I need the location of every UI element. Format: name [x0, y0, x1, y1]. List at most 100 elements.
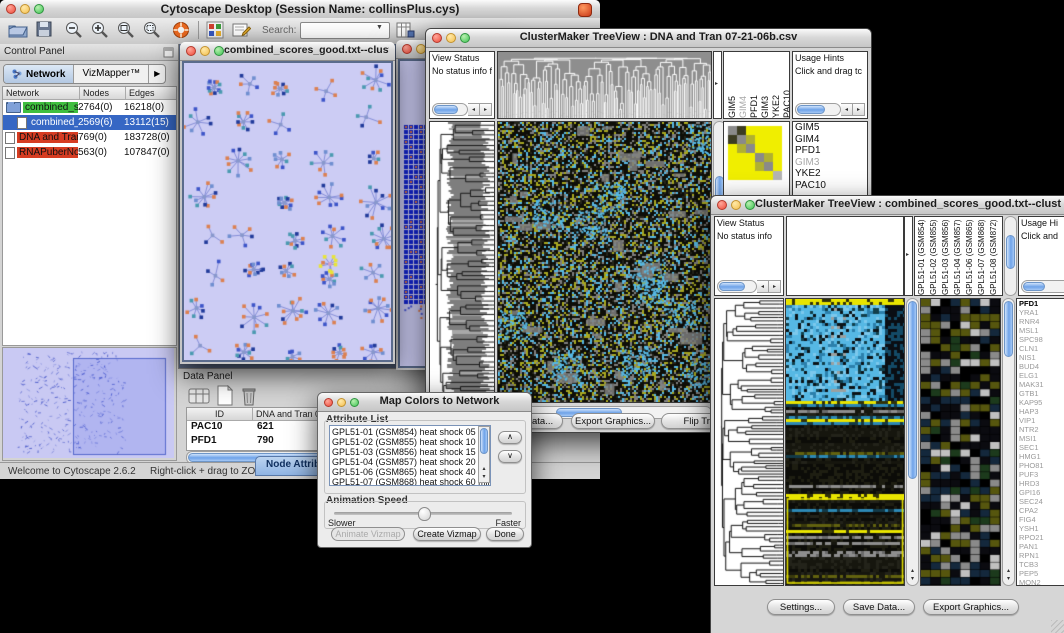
- resize-grip[interactable]: [1051, 620, 1064, 633]
- gene-label[interactable]: VIP1: [1017, 416, 1064, 425]
- zoom-window-icon[interactable]: [214, 46, 224, 56]
- attribute-item[interactable]: GPL51-06 (GSM865) heat shock 40 min: [332, 467, 477, 477]
- view-status-scrollbar[interactable]: ◂▸: [717, 280, 781, 293]
- tv1-row-dendrogram[interactable]: [429, 121, 495, 403]
- tv1-heatmap-global[interactable]: [497, 121, 712, 403]
- zoom-window-icon[interactable]: [34, 4, 44, 14]
- column-label[interactable]: GPL51-03 (GSM856): [941, 218, 953, 295]
- gene-label[interactable]: CPA2: [1017, 506, 1064, 515]
- scroll-thumb[interactable]: [797, 105, 825, 114]
- network-overview-panel[interactable]: [2, 347, 177, 461]
- scroll-thumb[interactable]: [480, 428, 488, 454]
- attribute-select-icon[interactable]: [188, 386, 210, 406]
- close-icon[interactable]: [432, 33, 442, 43]
- view-status-scrollbar[interactable]: ◂▸: [432, 103, 492, 116]
- column-label[interactable]: GPL51-06 (GSM865): [965, 218, 977, 295]
- gene-label[interactable]: RPO21: [1017, 533, 1064, 542]
- gene-label[interactable]: NTR2: [1017, 425, 1064, 434]
- save-session-icon[interactable]: [36, 21, 53, 38]
- scroll-right-icon[interactable]: ▸: [480, 103, 492, 116]
- gene-label[interactable]: PUF3: [1017, 470, 1064, 479]
- tab-overflow-arrow[interactable]: ▶: [149, 65, 165, 83]
- gene-label[interactable]: PEP5: [1017, 569, 1064, 578]
- close-icon[interactable]: [402, 44, 412, 54]
- scroll-left-icon[interactable]: ◂: [468, 103, 480, 116]
- attribute-item[interactable]: GPL51-02 (GSM855) heat shock 10 min: [332, 437, 477, 447]
- gene-label[interactable]: SEC1: [1017, 443, 1064, 452]
- scroll-thumb[interactable]: [434, 105, 458, 114]
- gene-label[interactable]: PAC10: [793, 180, 867, 192]
- column-label[interactable]: GIM4: [738, 54, 748, 118]
- float-panel-icon[interactable]: [163, 47, 174, 58]
- new-attribute-icon[interactable]: [216, 385, 234, 406]
- network-list-row[interactable]: combined_scores_ 2764(0) 16218(0): [3, 100, 176, 115]
- column-label[interactable]: GPL51-07 (GSM868): [977, 218, 989, 295]
- gene-label[interactable]: SPC98: [1017, 335, 1064, 344]
- export-graphics-button[interactable]: Export Graphics...: [923, 599, 1019, 615]
- move-down-button[interactable]: ∨: [498, 450, 522, 463]
- create-vizmap-button[interactable]: Create Vizmap: [413, 527, 481, 541]
- attribute-item[interactable]: GPL51-01 (GSM854) heat shock 05 min: [332, 427, 477, 437]
- slider-thumb[interactable]: [418, 507, 431, 521]
- network-list-row[interactable]: combined_sco 2569(6) 13112(15): [3, 115, 176, 130]
- usage-hints-scrollbar[interactable]: ◂▸: [795, 103, 865, 116]
- gene-label[interactable]: GTB1: [1017, 389, 1064, 398]
- tv1-splitter[interactable]: ▸: [713, 51, 722, 119]
- network-list-row[interactable]: RNAPuberNov2+! 563(0) 107847(0): [3, 145, 176, 160]
- scroll-thumb[interactable]: [1023, 282, 1045, 291]
- scroll-thumb[interactable]: [908, 301, 917, 479]
- column-label[interactable]: GPL51-01 (GSM854): [917, 218, 929, 295]
- import-table-icon[interactable]: [396, 21, 415, 39]
- gene-label[interactable]: PFD1: [793, 145, 867, 157]
- open-session-icon[interactable]: [8, 21, 28, 38]
- help-icon[interactable]: [172, 21, 190, 39]
- vizmap-icon[interactable]: [206, 21, 224, 39]
- tv1-column-dendrogram[interactable]: [497, 51, 712, 119]
- column-label[interactable]: GIM5: [727, 54, 737, 118]
- gene-label[interactable]: GPI16: [1017, 488, 1064, 497]
- tab-network[interactable]: Network: [4, 65, 74, 83]
- attribute-item[interactable]: GPL51-07 (GSM868) heat shock 60 min: [332, 477, 477, 486]
- zoom-out-icon[interactable]: [64, 21, 83, 39]
- tv2-zoom-vscroll[interactable]: ▴ ▾: [1002, 298, 1015, 586]
- gene-label[interactable]: MSI1: [1017, 434, 1064, 443]
- close-icon[interactable]: [6, 4, 16, 14]
- scroll-down-icon[interactable]: ▾: [1003, 575, 1014, 583]
- gene-label[interactable]: GIM4: [793, 134, 867, 146]
- minimize-icon[interactable]: [446, 33, 456, 43]
- gene-label[interactable]: MAK31: [1017, 380, 1064, 389]
- main-titlebar[interactable]: Cytoscape Desktop (Session Name: collins…: [0, 0, 600, 19]
- usage-hints-scrollbar[interactable]: [1021, 280, 1064, 293]
- move-up-button[interactable]: ∧: [498, 431, 522, 444]
- tv2-vscroll[interactable]: ▴ ▾: [906, 298, 919, 586]
- scroll-right-icon[interactable]: ▸: [769, 280, 781, 293]
- animate-vizmap-button[interactable]: Animate Vizmap: [331, 527, 405, 541]
- gene-label[interactable]: HRD3: [1017, 479, 1064, 488]
- attribute-list-vscroll[interactable]: ▴ ▾: [478, 426, 490, 483]
- tv2-heatmap-global[interactable]: [785, 298, 905, 586]
- minimize-icon[interactable]: [337, 398, 346, 407]
- gene-label[interactable]: PFD1: [1017, 299, 1064, 308]
- gene-label[interactable]: HAP3: [1017, 407, 1064, 416]
- column-label[interactable]: GIM3: [760, 54, 770, 118]
- gene-label[interactable]: MON2: [1017, 578, 1064, 586]
- zoom-in-icon[interactable]: [90, 21, 109, 39]
- network-list-row[interactable]: DNA and Tran 07 769(0) 183728(0): [3, 130, 176, 145]
- scroll-down-icon[interactable]: ▾: [479, 473, 489, 481]
- zoom-window-icon[interactable]: [460, 33, 470, 43]
- gene-label[interactable]: BUD4: [1017, 362, 1064, 371]
- gene-label[interactable]: TCB3: [1017, 560, 1064, 569]
- settings-button[interactable]: Settings...: [767, 599, 835, 615]
- gene-label[interactable]: GIM3: [793, 157, 867, 169]
- zoom-selected-icon[interactable]: [142, 21, 161, 39]
- search-dropdown-arrow-icon[interactable]: ▼: [376, 24, 383, 31]
- annotation-icon[interactable]: [232, 21, 251, 39]
- save-data-button[interactable]: Save Data...: [843, 599, 915, 615]
- zoom-fit-icon[interactable]: [116, 21, 135, 39]
- tv2-column-dendrogram[interactable]: [786, 216, 904, 296]
- attribute-item[interactable]: GPL51-03 (GSM856) heat shock 15 min: [332, 447, 477, 457]
- attribute-list[interactable]: GPL51-01 (GSM854) heat shock 05 minGPL51…: [329, 425, 491, 486]
- scroll-left-icon[interactable]: ◂: [841, 103, 853, 116]
- attribute-item[interactable]: GPL51-04 (GSM857) heat shock 20 min: [332, 457, 477, 467]
- done-button[interactable]: Done: [486, 527, 524, 541]
